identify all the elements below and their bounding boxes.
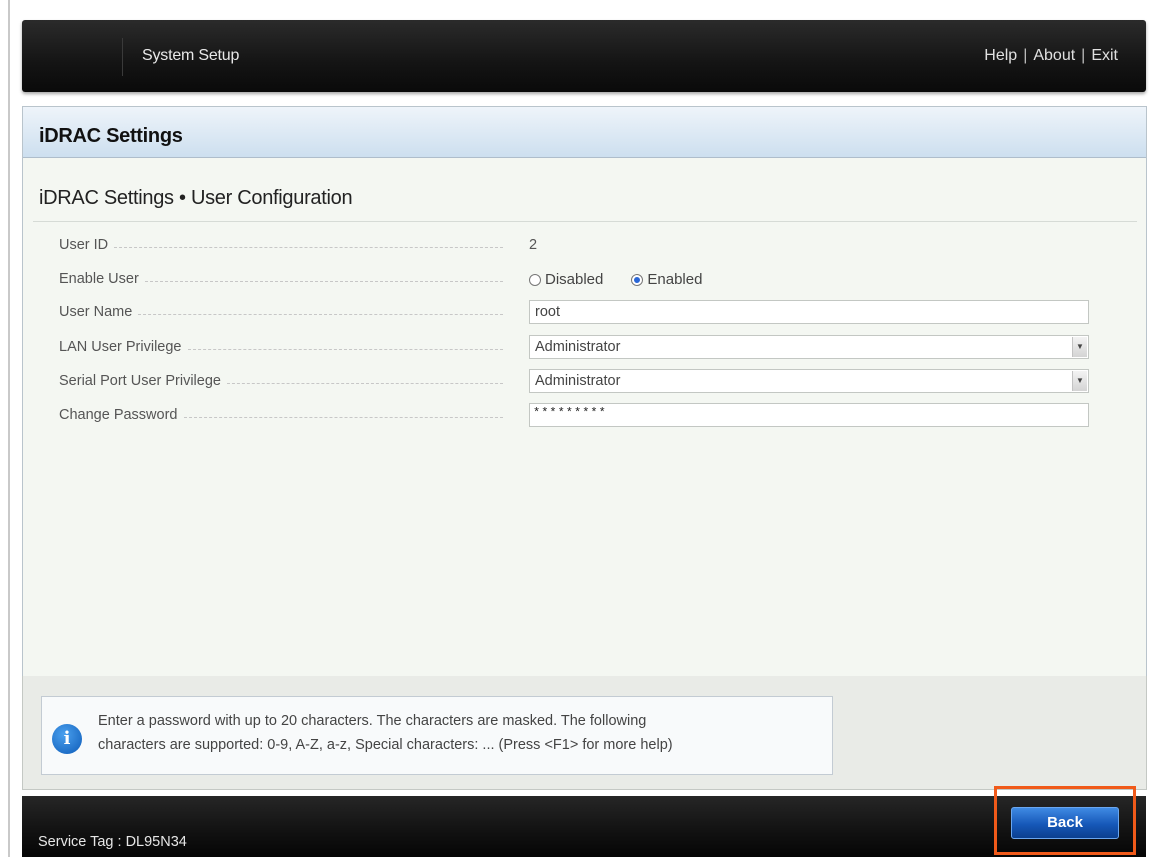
lan-privilege-label-wrap: LAN User Privilege: [59, 339, 509, 355]
panel-header: iDRAC Settings: [23, 107, 1146, 158]
header-links: Help | About | Exit: [984, 47, 1118, 65]
link-separator: |: [1081, 47, 1086, 64]
leader-dots: [144, 280, 503, 282]
user-id-label: User ID: [59, 237, 109, 253]
info-icon: i: [52, 724, 82, 754]
serial-privilege-select[interactable]: Administrator ▼: [529, 369, 1089, 393]
serial-privilege-label-wrap: Serial Port User Privilege: [59, 373, 509, 389]
back-button[interactable]: Back: [1011, 807, 1119, 839]
user-id-value: 2: [529, 237, 538, 253]
leader-dots: [187, 348, 503, 350]
link-separator: |: [1023, 47, 1028, 64]
user-name-input[interactable]: [529, 300, 1089, 324]
settings-panel: iDRAC Settings iDRAC Settings • User Con…: [22, 106, 1147, 677]
header-divider: [122, 38, 123, 76]
change-password-label: Change Password: [59, 407, 178, 423]
user-name-row: User Name: [59, 300, 1139, 326]
enable-user-label-wrap: Enable User: [59, 271, 509, 287]
serial-privilege-row: Serial Port User Privilege Administrator…: [59, 369, 1139, 395]
leader-dots: [138, 313, 503, 315]
help-text-line-1: Enter a password with up to 20 character…: [98, 713, 647, 729]
left-edge-rule: [8, 0, 10, 857]
enable-user-radio-group: Disabled Enabled: [529, 267, 702, 288]
radio-enabled-label: Enabled: [647, 271, 703, 288]
radio-enabled-icon[interactable]: [631, 273, 644, 286]
help-link[interactable]: Help: [984, 47, 1017, 64]
enable-user-row: Enable User Disabled Enabled: [59, 267, 1139, 293]
lan-privilege-row: LAN User Privilege Administrator ▼: [59, 335, 1139, 361]
section-divider: [33, 221, 1137, 222]
leader-dots: [183, 416, 503, 418]
change-password-label-wrap: Change Password: [59, 407, 509, 423]
lan-privilege-label: LAN User Privilege: [59, 339, 182, 355]
radio-disabled[interactable]: Disabled: [529, 271, 603, 288]
user-id-label-wrap: User ID: [59, 237, 509, 253]
app-title: System Setup: [142, 47, 240, 64]
change-password-input[interactable]: *********: [529, 403, 1089, 427]
help-text: Enter a password with up to 20 character…: [98, 709, 818, 757]
change-password-row: Change Password *********: [59, 403, 1139, 429]
enable-user-label: Enable User: [59, 271, 139, 287]
exit-link[interactable]: Exit: [1091, 47, 1118, 64]
serial-privilege-label: Serial Port User Privilege: [59, 373, 221, 389]
user-name-label-wrap: User Name: [59, 304, 509, 320]
dropdown-arrow-icon[interactable]: ▼: [1072, 371, 1087, 391]
radio-disabled-icon[interactable]: [529, 273, 541, 286]
user-id-row: User ID 2: [59, 233, 1139, 259]
help-text-line-2: characters are supported: 0-9, A-Z, a-z,…: [98, 737, 673, 753]
top-header-bar: System Setup Help | About | Exit: [22, 20, 1146, 92]
section-title: iDRAC Settings • User Configuration: [39, 187, 353, 209]
serial-privilege-value: Administrator: [535, 373, 621, 389]
service-tag: Service Tag : DL95N34: [38, 834, 187, 850]
about-link[interactable]: About: [1033, 47, 1075, 64]
help-box: i Enter a password with up to 20 charact…: [41, 696, 833, 775]
panel-title: iDRAC Settings: [39, 125, 183, 147]
leader-dots: [226, 382, 503, 384]
lan-privilege-value: Administrator: [535, 339, 621, 355]
radio-disabled-label: Disabled: [545, 271, 604, 288]
dropdown-arrow-icon[interactable]: ▼: [1072, 337, 1087, 357]
user-name-label: User Name: [59, 304, 133, 320]
lan-privilege-select[interactable]: Administrator ▼: [529, 335, 1089, 359]
leader-dots: [114, 246, 503, 248]
radio-enabled[interactable]: Enabled: [631, 271, 702, 288]
bottom-bar: Service Tag : DL95N34: [22, 796, 1146, 857]
